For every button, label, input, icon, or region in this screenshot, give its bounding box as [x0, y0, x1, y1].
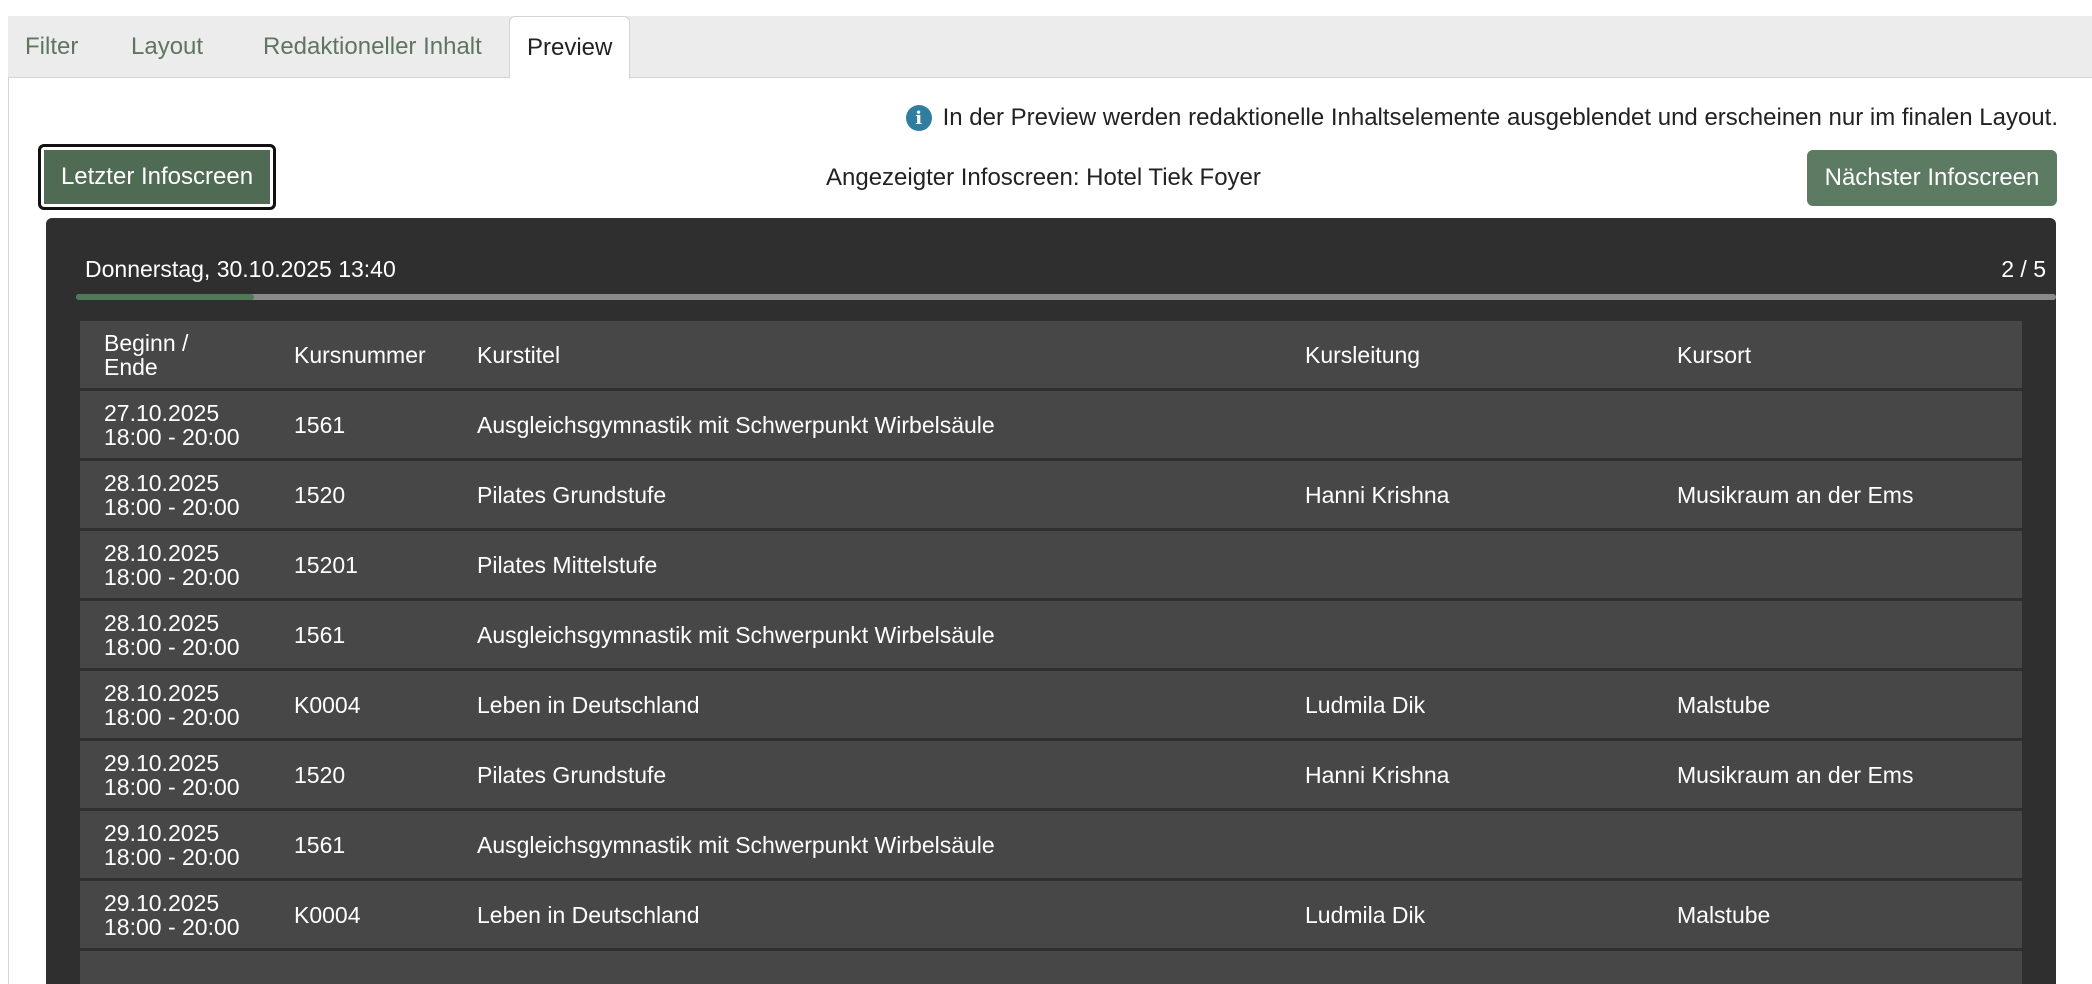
cell-date: 28.10.2025 18:00 - 20:00	[104, 461, 274, 528]
cell-date: 29.10.2025 18:00 - 20:00	[104, 741, 274, 808]
cell-title: Ausgleichsgymnastik mit Schwerpunkt Wirb…	[477, 621, 995, 648]
header-date-line2: Ende	[104, 353, 158, 380]
cell-date-time: 18:00 - 20:00	[104, 563, 240, 590]
cell-place: Malstube	[1677, 901, 1771, 928]
cell-number: 1520	[294, 761, 346, 788]
cell-date-time: 18:00 - 20:00	[104, 423, 240, 450]
next-infoscreen-button[interactable]: Nächster Infoscreen	[1807, 150, 2057, 206]
table-header-row: Beginn / Ende Kursnummer Kurstitel Kursl…	[80, 321, 2022, 388]
cell-number: K0004	[294, 901, 361, 928]
cell-place: Malstube	[1677, 691, 1771, 718]
table-row: 28.10.2025 18:00 - 20:00 1520 Pilates Grund…	[80, 461, 2022, 528]
tab-redaktioneller-inhalt[interactable]: Redaktioneller Inhalt	[246, 16, 499, 78]
cell-title: Leben in Deutschland	[477, 901, 700, 928]
cell-date	[104, 951, 274, 984]
header-number: Kursnummer	[294, 341, 426, 368]
cell-date-time: 18:00 - 20:00	[104, 913, 240, 940]
cell-lead: Hanni Krishna	[1305, 481, 1450, 508]
cell-place: Musikraum an der Ems	[1677, 481, 1914, 508]
course-table: Beginn / Ende Kursnummer Kurstitel Kursl…	[80, 321, 2022, 984]
infoscreen-preview: Donnerstag, 30.10.2025 13:40 2 / 5 Begin…	[46, 218, 2056, 984]
header-date-line1: Beginn /	[104, 329, 189, 356]
cell-lead: Hanni Krishna	[1305, 761, 1450, 788]
panel-border	[8, 78, 9, 984]
header-lead: Kursleitung	[1305, 341, 1421, 368]
cell-title: Pilates Grundstufe	[477, 481, 667, 508]
cell-title: Ausgleichsgymnastik mit Schwerpunkt Wirb…	[477, 831, 995, 858]
table-row: 29.10.2025 18:00 - 20:00 1520 Pilates Grund…	[80, 741, 2022, 808]
progress-bar	[76, 294, 2056, 300]
screen-datetime: Donnerstag, 30.10.2025 13:40	[85, 256, 396, 282]
cell-date-time: 18:00 - 20:00	[104, 703, 240, 730]
cell-date-day: 28.10.2025	[104, 679, 220, 706]
header-place: Kursort	[1677, 341, 1752, 368]
cell-date-day: 27.10.2025	[104, 399, 220, 426]
cell-number: 15201	[294, 551, 358, 578]
cell-number: 1561	[294, 831, 346, 858]
tab-filter[interactable]: Filter	[8, 16, 95, 78]
cell-date-day: 28.10.2025	[104, 539, 220, 566]
progress-bar-fill	[76, 294, 255, 300]
tab-layout[interactable]: Layout	[114, 16, 220, 78]
screen-page-indicator: 2 / 5	[2001, 256, 2046, 282]
tab-bar: Filter Layout Redaktioneller Inhalt Prev…	[8, 16, 2092, 79]
table-row: 28.10.2025 18:00 - 20:00 K0004 Leben in Deu…	[80, 671, 2022, 738]
tab-preview[interactable]: Preview	[509, 16, 631, 79]
cell-lead: Ludmila Dik	[1305, 691, 1426, 718]
cell-place: Musikraum an der Ems	[1677, 761, 1914, 788]
header-title: Kurstitel	[477, 341, 561, 368]
table-row: 29.10.2025 18:00 - 20:00 K0004 Leben in Deu…	[80, 881, 2022, 948]
table-row: 28.10.2025 18:00 - 20:00 1561 Ausgleichsgym…	[80, 601, 2022, 668]
preview-info: i In der Preview werden redaktionelle In…	[905, 104, 2058, 132]
table-row: 27.10.2025 18:00 - 20:00 1561 Ausgleichsgym…	[80, 391, 2022, 458]
preview-info-text: In der Preview werden redaktionelle Inha…	[942, 104, 2058, 131]
current-infoscreen-label: Angezeigter Infoscreen: Hotel Tiek Foyer	[826, 164, 1261, 191]
cell-date: 28.10.2025 18:00 - 20:00	[104, 601, 274, 668]
header-date: Beginn / Ende	[104, 321, 274, 388]
cell-date: 27.10.2025 18:00 - 20:00	[104, 391, 274, 458]
cell-date: 28.10.2025 18:00 - 20:00	[104, 671, 274, 738]
cell-lead: Ludmila Dik	[1305, 901, 1426, 928]
cell-date-time: 18:00 - 20:00	[104, 493, 240, 520]
cell-number: 1520	[294, 481, 346, 508]
cell-title: Pilates Grundstufe	[477, 761, 667, 788]
info-icon: i	[905, 105, 932, 131]
cell-number: 1561	[294, 621, 346, 648]
cell-number: K0004	[294, 691, 361, 718]
cell-date: 28.10.2025 18:00 - 20:00	[104, 531, 274, 598]
cell-date-day: 29.10.2025	[104, 819, 220, 846]
cell-date-time: 18:00 - 20:00	[104, 633, 240, 660]
cell-title: Leben in Deutschland	[477, 691, 700, 718]
cell-title: Ausgleichsgymnastik mit Schwerpunkt Wirb…	[477, 411, 995, 438]
cell-date-time: 18:00 - 20:00	[104, 843, 240, 870]
cell-date-time: 18:00 - 20:00	[104, 773, 240, 800]
cell-number: 1561	[294, 411, 346, 438]
cell-date: 29.10.2025 18:00 - 20:00	[104, 811, 274, 878]
cell-date-day: 28.10.2025	[104, 609, 220, 636]
cell-date-day: 29.10.2025	[104, 889, 220, 916]
table-row: 28.10.2025 18:00 - 20:00 15201 Pilates Mitt…	[80, 531, 2022, 598]
cell-date-day: 28.10.2025	[104, 469, 220, 496]
cell-title: Pilates Mittelstufe	[477, 551, 658, 578]
table-row: 29.10.2025 18:00 - 20:00 1561 Ausgleichsgym…	[80, 811, 2022, 878]
previous-infoscreen-button[interactable]: Letzter Infoscreen	[38, 144, 276, 210]
cell-date-day: 29.10.2025	[104, 749, 220, 776]
table-row	[80, 951, 2022, 984]
cell-date: 29.10.2025 18:00 - 20:00	[104, 881, 274, 948]
